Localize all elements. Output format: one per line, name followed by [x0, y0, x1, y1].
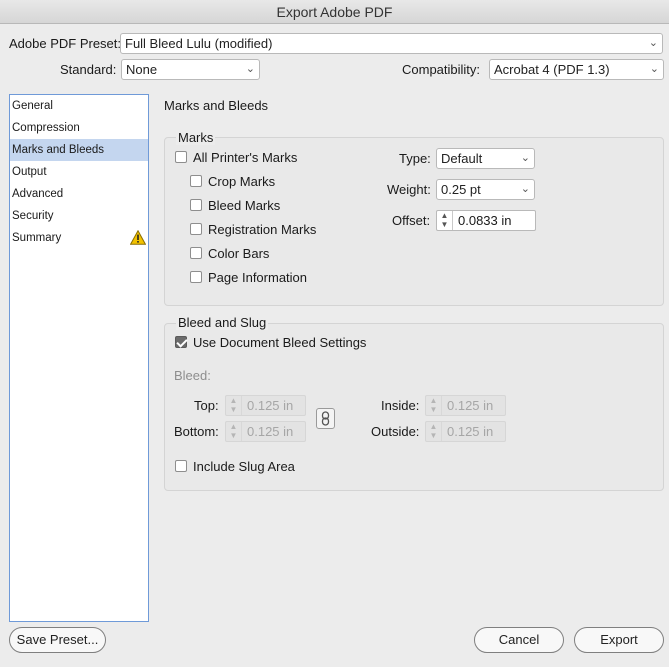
sidebar-item-label: Summary [12, 232, 62, 244]
chevron-down-icon: ⌄ [648, 37, 658, 49]
registration-marks-checkbox[interactable] [190, 223, 202, 235]
offset-stepper[interactable]: ▲ ▼ 0.0833 in [436, 210, 536, 231]
sidebar-item-label: Compression [12, 122, 80, 134]
top-label: Top: [194, 398, 219, 413]
sidebar: General Compression Marks and Bleeds Out… [9, 94, 149, 622]
color-bars-checkbox[interactable] [190, 247, 202, 259]
bottom-label: Bottom: [174, 424, 219, 439]
weight-value: 0.25 pt [441, 182, 481, 197]
sidebar-item-marks-and-bleeds[interactable]: Marks and Bleeds [10, 139, 148, 161]
color-bars-label: Color Bars [208, 246, 270, 261]
offset-label: Offset: [392, 213, 431, 228]
use-document-bleed-label: Use Document Bleed Settings [193, 335, 367, 350]
outside-bleed-value: 0.125 in [447, 424, 494, 439]
stepper-arrows-icon[interactable]: ▲ ▼ [426, 396, 442, 415]
bottom-bleed-stepper[interactable]: ▲ ▼ 0.125 in [225, 421, 306, 442]
bleed-marks-label: Bleed Marks [208, 198, 281, 213]
chevron-down-icon: ⌄ [245, 63, 255, 75]
top-bleed-value: 0.125 in [247, 398, 294, 413]
stepper-arrows-icon[interactable]: ▲ ▼ [226, 396, 242, 415]
include-slug-checkbox[interactable] [175, 460, 187, 472]
stepper-arrows-icon[interactable]: ▲ ▼ [437, 211, 453, 230]
cancel-button[interactable]: Cancel [474, 627, 564, 653]
outside-label: Outside: [371, 424, 420, 439]
compatibility-dropdown[interactable]: Acrobat 4 (PDF 1.3) ⌄ [489, 59, 664, 80]
type-label: Type: [399, 151, 431, 166]
all-printers-marks-checkbox[interactable] [175, 151, 187, 163]
include-slug-label: Include Slug Area [193, 459, 295, 474]
bottom-bleed-value: 0.125 in [247, 424, 294, 439]
preset-label: Adobe PDF Preset: [9, 36, 121, 51]
stepper-arrows-icon[interactable]: ▲ ▼ [426, 422, 442, 441]
sidebar-item-general[interactable]: General [10, 95, 148, 117]
page-information-label: Page Information [208, 270, 308, 285]
all-printers-marks-label: All Printer's Marks [193, 150, 298, 165]
marks-group-title: Marks [176, 130, 216, 145]
inside-bleed-value: 0.125 in [447, 398, 494, 413]
bleed-slug-group-title: Bleed and Slug [176, 315, 269, 330]
standard-label: Standard: [60, 62, 117, 77]
preset-value: Full Bleed Lulu (modified) [125, 36, 273, 51]
compatibility-label: Compatibility: [402, 62, 481, 77]
sidebar-item-label: Output [12, 166, 47, 178]
bleed-marks-checkbox[interactable] [190, 199, 202, 211]
link-bleed-button[interactable] [316, 408, 335, 429]
page-information-checkbox[interactable] [190, 271, 202, 283]
weight-dropdown[interactable]: 0.25 pt ⌄ [436, 179, 535, 200]
sidebar-item-label: Marks and Bleeds [12, 144, 105, 156]
save-preset-button[interactable]: Save Preset... [9, 627, 106, 653]
chevron-down-icon: ⌄ [649, 63, 659, 75]
sidebar-item-summary[interactable]: Summary [10, 227, 148, 249]
chevron-down-icon: ⌄ [520, 183, 530, 195]
outside-bleed-stepper[interactable]: ▲ ▼ 0.125 in [425, 421, 506, 442]
sidebar-item-compression[interactable]: Compression [10, 117, 148, 139]
sidebar-item-label: General [12, 100, 53, 112]
compatibility-value: Acrobat 4 (PDF 1.3) [494, 62, 610, 77]
type-dropdown[interactable]: Default ⌄ [436, 148, 535, 169]
use-document-bleed-checkbox[interactable] [175, 336, 187, 348]
inside-label: Inside: [381, 398, 420, 413]
standard-value: None [126, 62, 158, 77]
crop-marks-label: Crop Marks [208, 174, 276, 189]
warning-triangle-icon [130, 230, 146, 245]
chain-link-icon [321, 411, 330, 426]
weight-label: Weight: [387, 182, 431, 197]
export-button[interactable]: Export [574, 627, 664, 653]
window-title: Export Adobe PDF [0, 0, 669, 24]
preset-dropdown[interactable]: Full Bleed Lulu (modified) ⌄ [120, 33, 663, 54]
sidebar-item-security[interactable]: Security [10, 205, 148, 227]
top-bleed-stepper[interactable]: ▲ ▼ 0.125 in [225, 395, 306, 416]
sidebar-item-label: Security [12, 210, 54, 222]
bleed-label: Bleed: [174, 368, 211, 383]
offset-value: 0.0833 in [458, 213, 512, 228]
crop-marks-checkbox[interactable] [190, 175, 202, 187]
stepper-arrows-icon[interactable]: ▲ ▼ [226, 422, 242, 441]
sidebar-item-advanced[interactable]: Advanced [10, 183, 148, 205]
type-value: Default [441, 151, 483, 166]
panel-title: Marks and Bleeds [164, 98, 269, 113]
chevron-down-icon: ⌄ [520, 152, 530, 164]
sidebar-item-label: Advanced [12, 188, 64, 200]
inside-bleed-stepper[interactable]: ▲ ▼ 0.125 in [425, 395, 506, 416]
standard-dropdown[interactable]: None ⌄ [121, 59, 260, 80]
registration-marks-label: Registration Marks [208, 222, 317, 237]
sidebar-item-output[interactable]: Output [10, 161, 148, 183]
